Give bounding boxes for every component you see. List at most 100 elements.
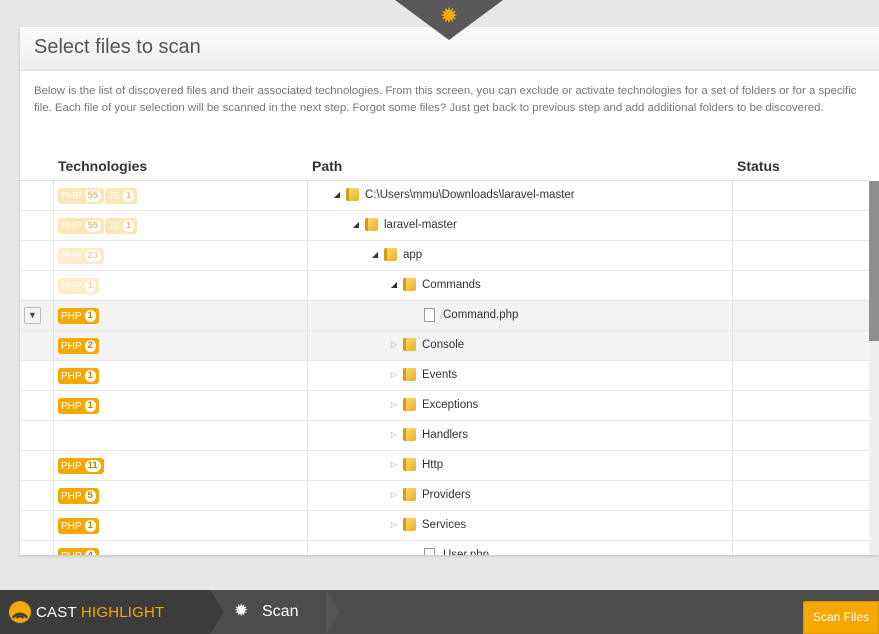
gear-icon: ✹ bbox=[234, 601, 249, 620]
table-row[interactable]: PHP 1 ◢ Commands bbox=[20, 271, 869, 301]
scrollbar-thumb[interactable] bbox=[869, 181, 879, 341]
folder-icon bbox=[403, 398, 416, 411]
expand-toggle-icon[interactable]: ▷ bbox=[387, 430, 401, 439]
collapse-toggle-icon[interactable]: ◢ bbox=[349, 220, 363, 229]
tree-node[interactable]: User.php bbox=[406, 548, 489, 555]
tree-node[interactable]: ◢ Commands bbox=[387, 278, 481, 291]
folder-icon bbox=[403, 428, 416, 441]
badge-count: 1 bbox=[84, 310, 96, 322]
technology-badge[interactable]: PHP 55 bbox=[58, 188, 105, 204]
expand-toggle-icon[interactable]: ▷ bbox=[387, 490, 401, 499]
filter-cell bbox=[20, 331, 54, 360]
filter-cell bbox=[20, 481, 54, 510]
column-header-technologies[interactable]: Technologies bbox=[58, 158, 147, 174]
path-cell: User.php bbox=[308, 541, 733, 555]
expand-toggle-icon[interactable]: ▷ bbox=[387, 460, 401, 469]
file-icon bbox=[424, 548, 435, 555]
tree-node[interactable]: ▷ Providers bbox=[387, 488, 471, 501]
table-row[interactable]: PHP 11 ▷ Http bbox=[20, 451, 869, 481]
expand-toggle-icon[interactable]: ▷ bbox=[387, 340, 401, 349]
technology-badge[interactable]: PHP 2 bbox=[58, 338, 99, 354]
status-cell bbox=[733, 211, 869, 240]
folder-icon bbox=[365, 218, 378, 231]
technology-badge[interactable]: PHP 1 bbox=[58, 368, 99, 384]
tree-node[interactable]: ◢ C:\Users\mmu\Downloads\laravel-master bbox=[330, 188, 575, 201]
table-row[interactable]: PHP 55 JS 1 ◢ laravel-master bbox=[20, 211, 869, 241]
tree-node[interactable]: ▷ Http bbox=[387, 458, 443, 471]
technology-badge[interactable]: PHP 23 bbox=[58, 248, 105, 264]
technologies-cell: PHP 1 bbox=[54, 271, 308, 300]
technology-badge[interactable]: PHP 1 bbox=[58, 308, 99, 324]
technology-badge[interactable]: PHP 1 bbox=[58, 518, 99, 534]
table-row[interactable]: ▼ PHP 1 Command.php bbox=[20, 301, 869, 331]
path-cell: ◢ laravel-master bbox=[308, 211, 733, 240]
table-row[interactable]: PHP 1 ▷ Exceptions bbox=[20, 391, 869, 421]
tree-node[interactable]: ▷ Handlers bbox=[387, 428, 468, 441]
table-row[interactable]: PHP 5 ▷ Providers bbox=[20, 481, 869, 511]
folder-icon bbox=[346, 188, 359, 201]
table-row[interactable]: PHP 1 ▷ Services bbox=[20, 511, 869, 541]
path-cell: ▷ Providers bbox=[308, 481, 733, 510]
folder-icon bbox=[403, 458, 416, 471]
select-files-panel: Select files to scan Below is the list o… bbox=[20, 27, 879, 555]
tree-node-label: Console bbox=[422, 338, 465, 351]
brand[interactable]: CAST HIGHLIGHT bbox=[0, 590, 210, 634]
footer-bar: CAST HIGHLIGHT ✹ Scan Scan Files bbox=[0, 590, 879, 634]
badge-tech: PHP bbox=[61, 340, 82, 352]
tree-node[interactable]: ◢ laravel-master bbox=[349, 218, 457, 231]
expand-toggle-icon[interactable]: ▷ bbox=[387, 400, 401, 409]
status-cell bbox=[733, 241, 869, 270]
tree-node[interactable]: ▷ Console bbox=[387, 338, 464, 351]
technology-badges: PHP4 bbox=[58, 548, 100, 555]
badge-count: 1 bbox=[122, 190, 135, 202]
table-row[interactable]: PHP 1 ▷ Events bbox=[20, 361, 869, 391]
technologies-cell: PHP 55 JS 1 bbox=[54, 211, 308, 240]
technologies-cell: PHP 11 bbox=[54, 451, 308, 480]
technology-badges: PHP 1 bbox=[58, 308, 100, 324]
path-cell: ▷ Console bbox=[308, 331, 733, 360]
collapse-toggle-icon[interactable]: ◢ bbox=[368, 250, 382, 259]
badge-count: 1 bbox=[84, 280, 96, 292]
badge-tech: PHP bbox=[61, 460, 82, 472]
technology-badge[interactable]: PHP4 bbox=[58, 548, 99, 555]
status-cell bbox=[733, 481, 869, 510]
table-row[interactable]: PHP4 User.php bbox=[20, 541, 869, 555]
expand-toggle-icon[interactable]: ▷ bbox=[387, 370, 401, 379]
badge-count: 1 bbox=[84, 400, 96, 412]
tree-node-label: Providers bbox=[422, 488, 471, 501]
collapse-toggle-icon[interactable]: ◢ bbox=[387, 280, 401, 289]
table-row[interactable]: PHP 23 ◢ app bbox=[20, 241, 869, 271]
technology-badges: PHP 23 bbox=[58, 248, 105, 264]
filter-icon[interactable]: ▼ bbox=[24, 307, 41, 324]
tree-node[interactable]: ▷ Exceptions bbox=[387, 398, 478, 411]
table-row[interactable]: ▷ Handlers bbox=[20, 421, 869, 451]
collapse-toggle-icon[interactable]: ◢ bbox=[330, 190, 344, 199]
technology-badge[interactable]: PHP 1 bbox=[58, 278, 99, 294]
column-header-status[interactable]: Status bbox=[737, 158, 780, 174]
badge-tech: PHP bbox=[61, 370, 82, 382]
technology-badges: PHP 1 bbox=[58, 398, 100, 414]
technology-badge[interactable]: PHP 11 bbox=[58, 458, 104, 474]
table-row[interactable]: PHP 2 ▷ Console bbox=[20, 331, 869, 361]
brand-cast: CAST bbox=[36, 604, 77, 621]
column-header-path[interactable]: Path bbox=[312, 158, 342, 174]
filter-cell bbox=[20, 391, 54, 420]
technology-badge[interactable]: JS 1 bbox=[105, 218, 138, 234]
status-cell bbox=[733, 391, 869, 420]
technologies-cell: PHP 1 bbox=[54, 301, 308, 330]
technology-badge[interactable]: JS 1 bbox=[105, 188, 138, 204]
badge-tech: PHP bbox=[61, 310, 82, 322]
technology-badge[interactable]: PHP 55 bbox=[58, 218, 105, 234]
technology-badge[interactable]: PHP 1 bbox=[58, 398, 99, 414]
tree-node[interactable]: Command.php bbox=[406, 308, 518, 322]
table-row[interactable]: PHP 55 JS 1 ◢ C:\Users\mmu\Downloads\laravel-… bbox=[20, 181, 869, 211]
expand-toggle-icon[interactable]: ▷ bbox=[387, 520, 401, 529]
scan-files-button[interactable]: Scan Files bbox=[803, 601, 879, 634]
path-cell: ◢ app bbox=[308, 241, 733, 270]
tree-node[interactable]: ◢ app bbox=[368, 248, 422, 261]
filter-cell bbox=[20, 361, 54, 390]
technology-badge[interactable]: PHP 5 bbox=[58, 488, 99, 504]
tree-node[interactable]: ▷ Events bbox=[387, 368, 457, 381]
tree-node[interactable]: ▷ Services bbox=[387, 518, 466, 531]
step-arrow bbox=[326, 590, 340, 634]
